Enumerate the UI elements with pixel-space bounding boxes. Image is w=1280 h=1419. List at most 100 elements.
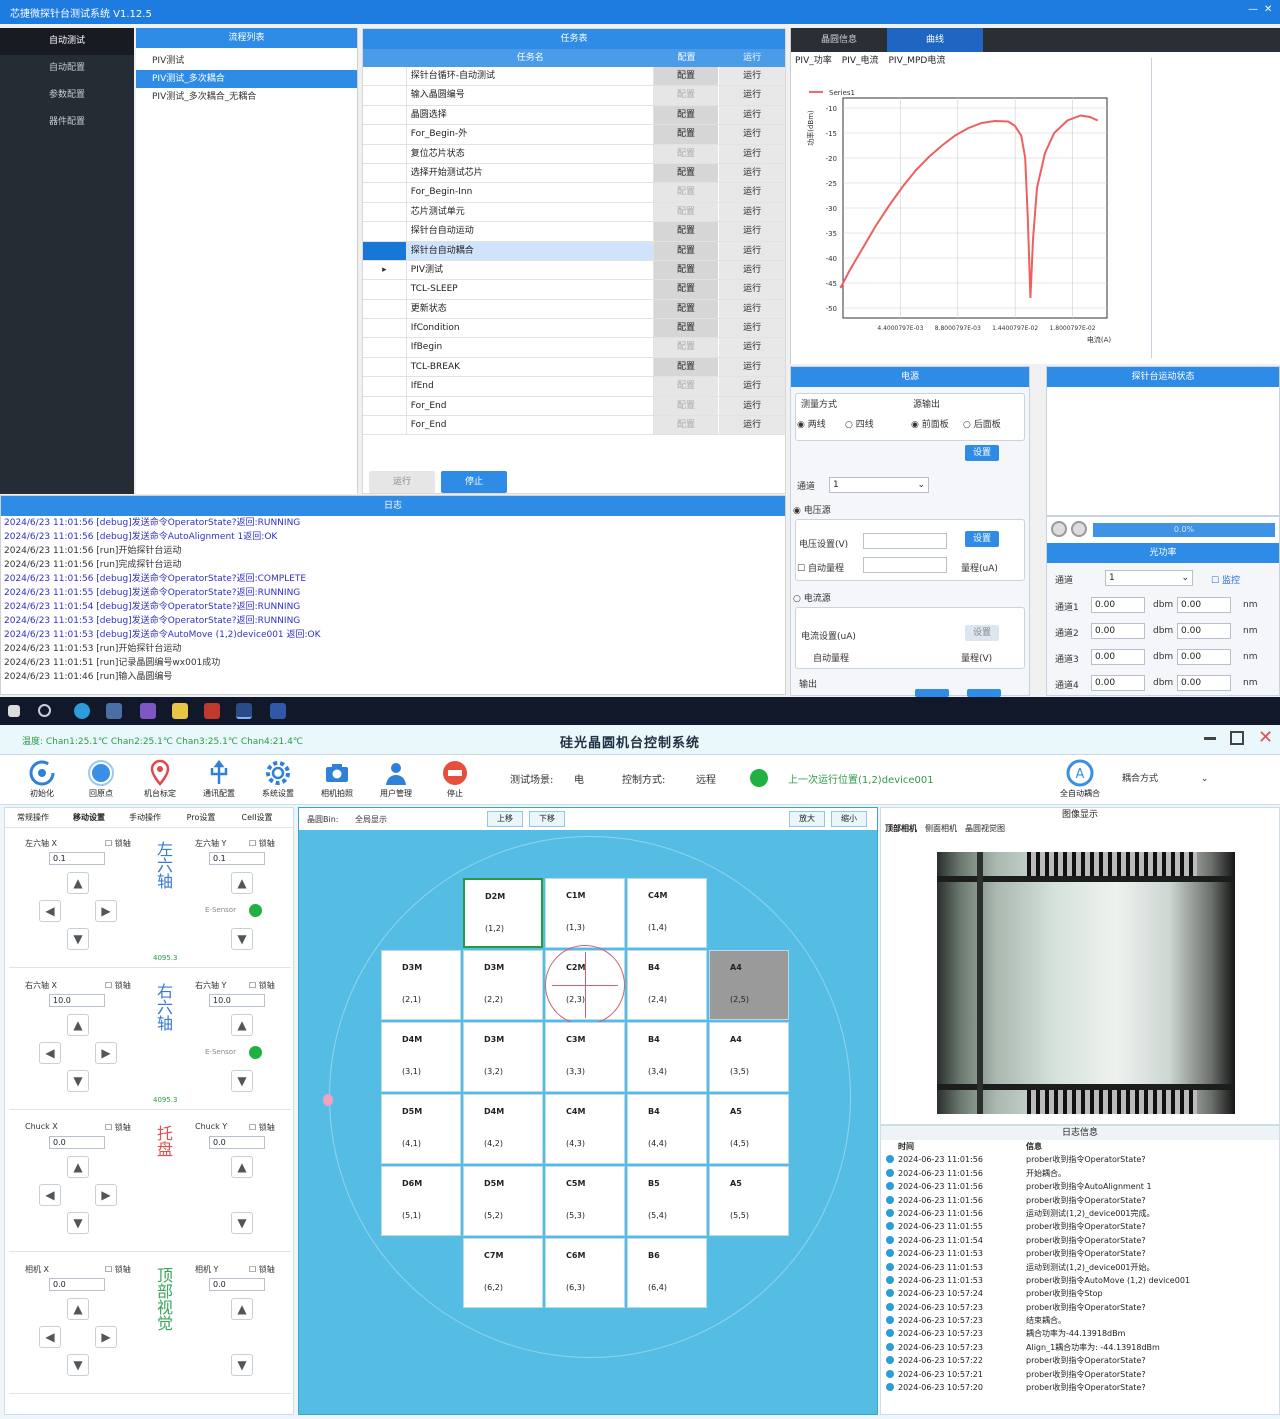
mode-four-wire[interactable]: ○ 四线 [845, 417, 874, 430]
axis-tab[interactable]: Pro设置 [173, 808, 229, 827]
restore-icon[interactable] [1230, 731, 1244, 745]
task-row[interactable]: 探针台自动运动 配置 运行 [363, 222, 785, 242]
zoom-in-button[interactable]: 放大 [789, 811, 825, 827]
down-arrow-button[interactable]: ▼ [67, 1354, 89, 1376]
task-run-button[interactable]: 运行 [719, 163, 785, 183]
task-row[interactable]: 晶圆选择 配置 运行 [363, 105, 785, 126]
toolbar-button-6[interactable]: 相机拍照 [313, 755, 361, 805]
task-run-button[interactable]: 运行 [719, 357, 785, 377]
output-rear[interactable]: ○ 后面板 [963, 417, 1001, 430]
tab-side-camera[interactable]: 侧面相机 [925, 822, 957, 836]
nav-item-auto-config[interactable]: 自动配置 [0, 55, 134, 82]
axis-lock-checkbox[interactable]: ☐ 锁轴 [249, 838, 275, 849]
wafer-die[interactable]: D3M (2,2) [463, 950, 543, 1020]
up-arrow-button[interactable]: ▲ [231, 872, 253, 894]
axis-lock-checkbox[interactable]: ☐ 锁轴 [249, 980, 275, 991]
wafer-die[interactable]: C4M (4,3) [545, 1094, 625, 1164]
task-row[interactable]: 输入晶圆编号 配置 运行 [363, 86, 785, 106]
wafer-die[interactable]: C2M (2,3) [545, 945, 625, 1025]
wafer-die[interactable]: D4M (4,2) [463, 1094, 543, 1164]
up-arrow-button[interactable]: ▲ [231, 1298, 253, 1320]
flow-item[interactable]: PIV测试 [136, 52, 357, 70]
task-config-button[interactable]: 配置 [653, 67, 720, 86]
up-arrow-button[interactable]: ▲ [231, 1014, 253, 1036]
auto-couple-button[interactable]: A 全自动耦合 [1056, 755, 1104, 805]
voltage-set-input[interactable] [863, 533, 947, 549]
task-row[interactable]: For_Begin-Inn 配置 运行 [363, 183, 785, 203]
up-arrow-button[interactable]: ▲ [67, 872, 89, 894]
wafer-die[interactable]: B5 (5,4) [627, 1166, 707, 1236]
toolbar-button-2[interactable]: 回原点 [77, 755, 125, 805]
task-run-button[interactable]: 运行 [719, 105, 785, 125]
wafer-die[interactable]: D4M (3,1) [381, 1022, 461, 1092]
step-input[interactable]: 0.0 [49, 1278, 105, 1291]
task-run-button[interactable]: 运行 [719, 377, 785, 396]
minimize-button[interactable]: — [1248, 4, 1258, 15]
minimize-icon[interactable] [1204, 737, 1216, 740]
axis-lock-checkbox[interactable]: ☐ 锁轴 [105, 1264, 131, 1275]
log-lines[interactable]: 2024/6/23 11:01:56 [debug]发送命令OperatorSt… [1, 516, 785, 684]
output-front[interactable]: ◉ 前面板 [911, 417, 949, 430]
task-row[interactable]: For_End 配置 运行 [363, 416, 785, 436]
task-row[interactable]: 探针台自动耦合 配置 运行 [363, 241, 785, 261]
task-run-button[interactable]: 运行 [719, 260, 785, 280]
wafer-die[interactable]: D6M (5,1) [381, 1166, 461, 1236]
right-arrow-button[interactable]: ▶ [95, 1184, 117, 1206]
task-config-button[interactable]: 配置 [653, 377, 720, 396]
toolbar-button-7[interactable]: 用户管理 [372, 755, 420, 805]
wafer-die[interactable]: A4 (3,5) [709, 1022, 789, 1092]
nav-item-device-config[interactable]: 器件配置 [0, 109, 134, 136]
wafer-die[interactable]: C5M (5,3) [545, 1166, 625, 1236]
step-input[interactable]: 0.0 [209, 1136, 265, 1149]
down-arrow-button[interactable]: ▼ [67, 928, 89, 950]
vs-icon[interactable] [140, 703, 156, 719]
monitor-checkbox[interactable]: ☐ 监控 [1211, 573, 1240, 586]
toolbar-button-3[interactable]: 机台标定 [136, 755, 184, 805]
output-on-button[interactable] [915, 689, 949, 697]
task-run-button[interactable]: 运行 [719, 183, 785, 202]
light-wavelength-value[interactable]: 0.00 [1177, 623, 1231, 639]
task-row[interactable]: For_Begin-外 配置 运行 [363, 125, 785, 145]
mode-two-wire[interactable]: ◉ 两线 [797, 417, 826, 430]
wafer-die[interactable]: B6 (6,4) [627, 1238, 707, 1308]
wafer-die[interactable]: D5M (4,1) [381, 1094, 461, 1164]
current-set-button[interactable]: 设置 [965, 625, 999, 641]
output-off-button[interactable] [967, 689, 1001, 697]
task-config-button[interactable]: 配置 [653, 125, 720, 144]
step-input[interactable]: 0.0 [209, 1278, 265, 1291]
app-icon[interactable] [270, 703, 286, 719]
tab-wafer-info[interactable]: 晶圆信息 [791, 28, 887, 52]
wafer-die[interactable]: C6M (6,3) [545, 1238, 625, 1308]
stop-toolbar-button[interactable]: 停止 [431, 755, 479, 805]
range-input[interactable] [863, 557, 947, 573]
task-run-button[interactable]: 运行 [719, 86, 785, 105]
wafer-die[interactable]: A5 (4,5) [709, 1094, 789, 1164]
voltage-source-radio[interactable]: ◉ 电压源 [793, 503, 831, 516]
task-config-button[interactable]: 配置 [653, 299, 720, 319]
left-arrow-button[interactable]: ◀ [39, 1042, 61, 1064]
scene-value[interactable]: 电 [574, 771, 584, 786]
down-arrow-button[interactable]: ▼ [67, 1212, 89, 1234]
right-arrow-button[interactable]: ▶ [95, 900, 117, 922]
task-config-button[interactable]: 配置 [653, 280, 720, 299]
app-icon[interactable] [106, 703, 122, 719]
task-run-button[interactable]: 运行 [719, 67, 785, 86]
start-icon[interactable] [8, 705, 20, 717]
task-row[interactable]: 芯片测试单元 配置 运行 [363, 202, 785, 223]
edge-icon[interactable] [74, 703, 90, 719]
auto-range-checkbox[interactable]: ☐ 自动量程 [797, 561, 844, 574]
subtab-piv-current[interactable]: PIV_电流 [842, 52, 879, 70]
wafer-die[interactable]: C7M (6,2) [463, 1238, 543, 1308]
toolbar-button-5[interactable]: 系统设置 [254, 755, 302, 805]
task-row[interactable]: IfCondition 配置 运行 [363, 319, 785, 339]
app-icon[interactable] [236, 703, 252, 719]
power-set-button[interactable]: 设置 [965, 445, 999, 461]
up-arrow-button[interactable]: ▲ [231, 1156, 253, 1178]
run-button[interactable]: 运行 [369, 471, 435, 493]
current-source-radio[interactable]: ○ 电流源 [793, 591, 831, 604]
task-run-button[interactable]: 运行 [719, 144, 785, 163]
zoom-out-button[interactable]: 缩小 [831, 811, 867, 827]
move-down-button[interactable]: 下移 [529, 811, 565, 827]
task-row[interactable]: IfEnd 配置 运行 [363, 377, 785, 397]
task-config-button[interactable]: 配置 [653, 144, 720, 163]
